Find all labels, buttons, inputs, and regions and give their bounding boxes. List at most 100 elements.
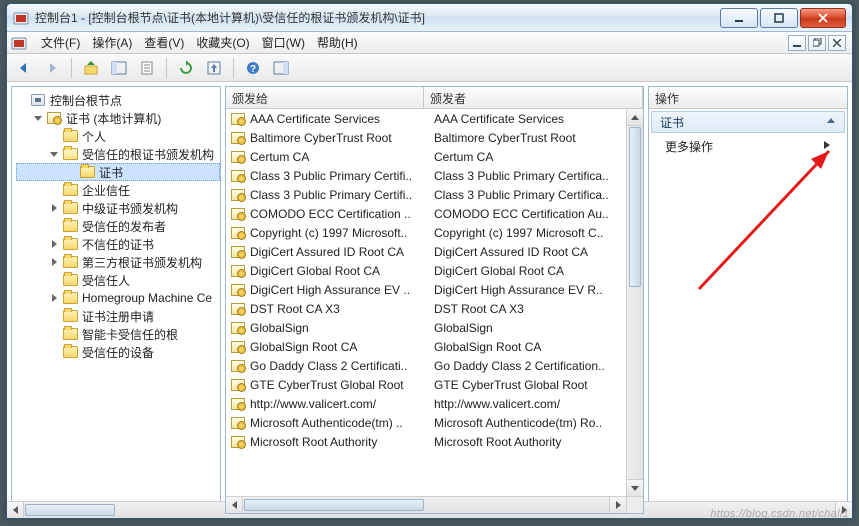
tree-node-1[interactable]: 受信任的根证书颁发机构 xyxy=(16,145,220,163)
twisty-icon[interactable] xyxy=(48,256,60,268)
node-icon xyxy=(62,255,78,269)
tree-node-5[interactable]: 不信任的证书 xyxy=(16,235,220,253)
cert-icon xyxy=(230,169,246,183)
menu-file[interactable]: 文件(F) xyxy=(35,32,86,53)
twisty-icon[interactable] xyxy=(48,238,60,250)
twisty-icon[interactable] xyxy=(48,202,60,214)
scroll-down-button[interactable] xyxy=(627,479,643,496)
scroll-right-button[interactable] xyxy=(609,497,626,513)
twisty-icon[interactable] xyxy=(32,112,44,124)
node-label: 智能卡受信任的根 xyxy=(82,326,178,343)
table-row[interactable]: Class 3 Public Primary Certifi..Class 3 … xyxy=(226,166,643,185)
table-row[interactable]: GlobalSignGlobalSign xyxy=(226,318,643,337)
column-issued-to[interactable]: 颁发给 xyxy=(226,87,424,108)
tree-node-6[interactable]: 第三方根证书颁发机构 xyxy=(16,253,220,271)
table-row[interactable]: DigiCert Assured ID Root CADigiCert Assu… xyxy=(226,242,643,261)
scroll-left-button[interactable] xyxy=(11,502,24,514)
tree-node-0[interactable]: 个人 xyxy=(16,127,220,145)
scroll-thumb[interactable] xyxy=(629,127,641,287)
console-tree[interactable]: 控制台根节点证书 (本地计算机)个人受信任的根证书颁发机构证书企业信任中级证书颁… xyxy=(12,87,220,513)
table-row[interactable]: DigiCert High Assurance EV ..DigiCert Hi… xyxy=(226,280,643,299)
menu-favorites[interactable]: 收藏夹(O) xyxy=(190,32,255,53)
table-row[interactable]: GlobalSign Root CAGlobalSign Root CA xyxy=(226,337,643,356)
tree-node-10[interactable]: 智能卡受信任的根 xyxy=(16,325,220,343)
action-more[interactable]: 更多操作 xyxy=(651,135,845,157)
scroll-left-button[interactable] xyxy=(226,497,243,513)
list-h-scrollbar[interactable] xyxy=(226,496,626,513)
table-row[interactable]: Go Daddy Class 2 Certificati..Go Daddy C… xyxy=(226,356,643,375)
minimize-button[interactable] xyxy=(720,8,758,28)
tree-h-scrollbar[interactable] xyxy=(11,501,221,514)
mdi-close-button[interactable] xyxy=(828,35,846,51)
table-row[interactable]: Baltimore CyberTrust RootBaltimore Cyber… xyxy=(226,128,643,147)
action-section-cert[interactable]: 证书 xyxy=(651,111,845,133)
scroll-corner xyxy=(626,496,643,513)
column-issued-by[interactable]: 颁发者 xyxy=(424,87,643,108)
tree-node-4[interactable]: 受信任的发布者 xyxy=(16,217,220,235)
export-button[interactable] xyxy=(203,57,225,79)
show-hide-tree-button[interactable] xyxy=(108,57,130,79)
tree-cert-root[interactable]: 证书 (本地计算机) xyxy=(16,109,220,127)
mdi-restore-button[interactable] xyxy=(808,35,826,51)
scroll-up-button[interactable] xyxy=(627,109,643,126)
table-row[interactable]: Microsoft Root AuthorityMicrosoft Root A… xyxy=(226,432,643,451)
window-buttons xyxy=(718,8,846,28)
scroll-thumb[interactable] xyxy=(244,499,424,511)
menu-view[interactable]: 查看(V) xyxy=(138,32,190,53)
maximize-button[interactable] xyxy=(760,8,798,28)
node-icon xyxy=(62,201,78,215)
cell-issued-to: Class 3 Public Primary Certifi.. xyxy=(250,188,428,202)
table-row[interactable]: AAA Certificate ServicesAAA Certificate … xyxy=(226,109,643,128)
table-row[interactable]: Certum CACertum CA xyxy=(226,147,643,166)
back-button[interactable] xyxy=(13,57,35,79)
tree-node-11[interactable]: 受信任的设备 xyxy=(16,343,220,361)
table-row[interactable]: Microsoft Authenticode(tm) ..Microsoft A… xyxy=(226,413,643,432)
scroll-thumb[interactable] xyxy=(25,504,115,514)
table-row[interactable]: GTE CyberTrust Global RootGTE CyberTrust… xyxy=(226,375,643,394)
cell-issued-to: DigiCert High Assurance EV .. xyxy=(250,283,428,297)
menu-help[interactable]: 帮助(H) xyxy=(311,32,364,53)
svg-text:?: ? xyxy=(250,64,256,75)
table-row[interactable]: DigiCert Global Root CADigiCert Global R… xyxy=(226,261,643,280)
list-rows[interactable]: AAA Certificate ServicesAAA Certificate … xyxy=(226,109,643,513)
tree-root[interactable]: 控制台根节点 xyxy=(16,91,220,109)
tree-node-3[interactable]: 中级证书颁发机构 xyxy=(16,199,220,217)
node-label: 受信任的根证书颁发机构 xyxy=(82,146,214,163)
cert-icon xyxy=(230,340,246,354)
table-row[interactable]: DST Root CA X3DST Root CA X3 xyxy=(226,299,643,318)
twisty-icon xyxy=(48,274,60,286)
menu-window[interactable]: 窗口(W) xyxy=(256,32,311,53)
tree-node-9[interactable]: 证书注册申请 xyxy=(16,307,220,325)
cell-issued-to: COMODO ECC Certification .. xyxy=(250,207,428,221)
properties-button[interactable] xyxy=(136,57,158,79)
forward-button[interactable] xyxy=(41,57,63,79)
twisty-icon[interactable] xyxy=(48,148,60,160)
titlebar[interactable]: 控制台1 - [控制台根节点\证书(本地计算机)\受信任的根证书颁发机构\证书] xyxy=(7,4,852,32)
actions-pane: 操作 证书 更多操作 xyxy=(648,86,848,514)
show-hide-action-button[interactable] xyxy=(270,57,292,79)
cell-issued-by: Class 3 Public Primary Certifica.. xyxy=(428,169,643,183)
menu-action[interactable]: 操作(A) xyxy=(86,32,138,53)
table-row[interactable]: COMODO ECC Certification ..COMODO ECC Ce… xyxy=(226,204,643,223)
close-button[interactable] xyxy=(800,8,846,28)
node-icon xyxy=(62,309,78,323)
tree-node-8[interactable]: Homegroup Machine Ce xyxy=(16,289,220,307)
cell-issued-by: GlobalSign Root CA xyxy=(428,340,643,354)
table-row[interactable]: Class 3 Public Primary Certifi..Class 3 … xyxy=(226,185,643,204)
help-button[interactable]: ? xyxy=(242,57,264,79)
up-level-button[interactable] xyxy=(80,57,102,79)
tree-node-1-child[interactable]: 证书 xyxy=(16,163,220,181)
cell-issued-to: Microsoft Authenticode(tm) .. xyxy=(250,416,428,430)
separator-icon xyxy=(166,58,167,78)
tree-node-2[interactable]: 企业信任 xyxy=(16,181,220,199)
table-row[interactable]: http://www.valicert.com/http://www.valic… xyxy=(226,394,643,413)
cell-issued-by: Baltimore CyberTrust Root xyxy=(428,131,643,145)
twisty-icon[interactable] xyxy=(48,292,60,304)
cell-issued-by: GlobalSign xyxy=(428,321,643,335)
tree-node-7[interactable]: 受信任人 xyxy=(16,271,220,289)
cell-issued-to: Certum CA xyxy=(250,150,428,164)
mdi-minimize-button[interactable] xyxy=(788,35,806,51)
refresh-button[interactable] xyxy=(175,57,197,79)
list-v-scrollbar[interactable] xyxy=(626,109,643,496)
table-row[interactable]: Copyright (c) 1997 Microsoft..Copyright … xyxy=(226,223,643,242)
